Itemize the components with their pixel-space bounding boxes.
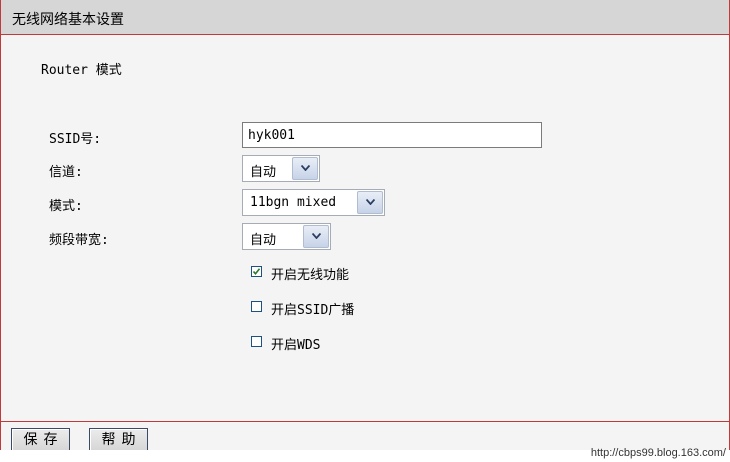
channel-select[interactable]: 自动 [242,155,320,182]
bandwidth-select-value: 自动 [250,233,277,248]
mode-select-value: 11bgn mixed [250,195,337,210]
enable-ssid-broadcast-label: 开启SSID广播 [271,303,355,318]
chevron-down-icon[interactable] [292,157,318,180]
save-button[interactable]: 保存 [11,428,70,452]
ssid-label: SSID号: [49,132,102,147]
page-title: 无线网络基本设置 [12,12,124,28]
bandwidth-label: 频段带宽: [49,233,109,248]
enable-wds-checkbox[interactable] [251,336,262,347]
ssid-input[interactable] [242,122,542,148]
enable-wireless-checkbox[interactable] [251,266,262,277]
enable-wireless-label: 开启无线功能 [271,268,350,283]
chevron-down-icon[interactable] [357,191,383,214]
channel-select-value: 自动 [250,165,277,180]
mode-select[interactable]: 11bgn mixed [242,189,385,216]
chevron-down-icon[interactable] [303,225,329,248]
channel-label: 信道: [49,165,83,180]
router-mode-label: Router 模式 [41,63,122,78]
title-bar: 无线网络基本设置 [1,0,729,35]
help-button[interactable]: 帮助 [89,428,148,452]
mode-label: 模式: [49,199,83,214]
bandwidth-select[interactable]: 自动 [242,223,331,250]
enable-wds-label: 开启WDS [271,338,321,353]
enable-ssid-broadcast-checkbox[interactable] [251,301,262,312]
watermark-url: http://cbps99.blog.163.com/ [590,447,726,459]
settings-panel: 无线网络基本设置 Router 模式 SSID号: 信道: 自动 模式: 11b… [0,0,730,450]
